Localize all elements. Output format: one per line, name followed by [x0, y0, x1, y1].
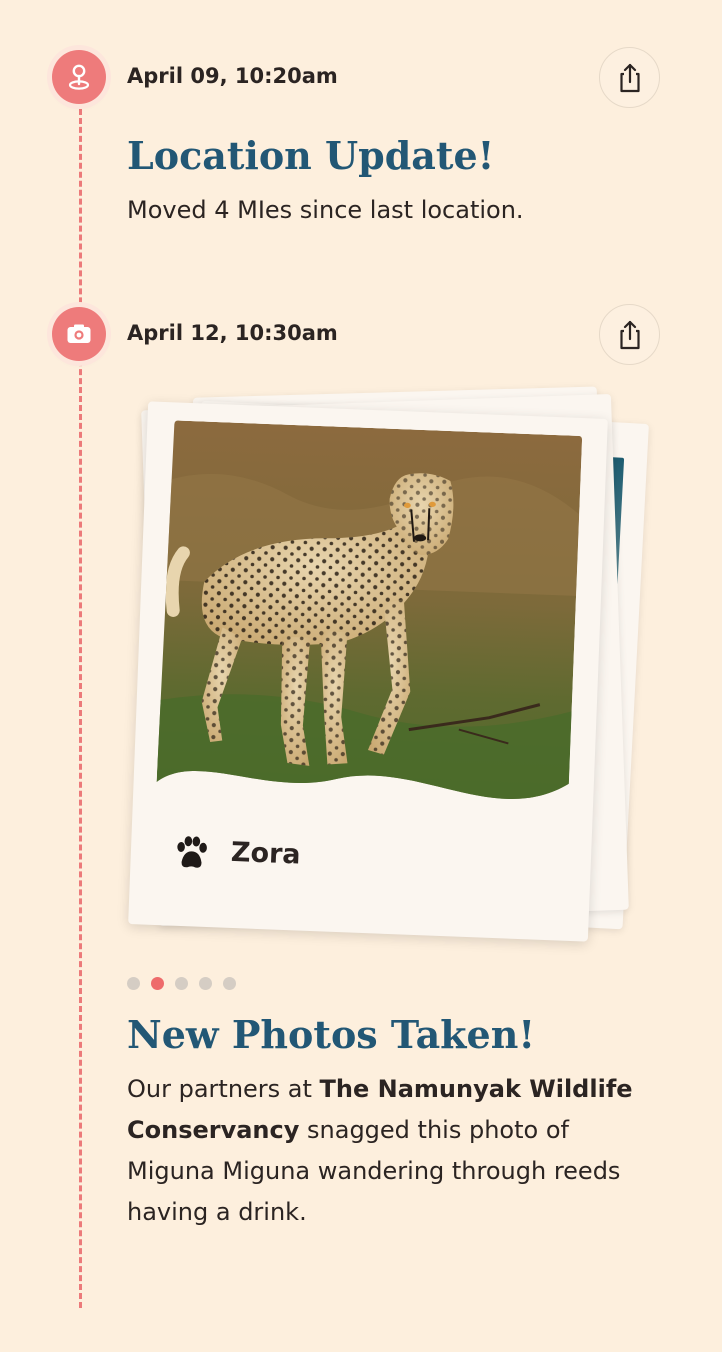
carousel-dot[interactable] — [223, 977, 236, 990]
photo-caption: Zora — [230, 836, 302, 871]
photo-stack[interactable]: Zora — [0, 0, 722, 980]
carousel-dot[interactable] — [127, 977, 140, 990]
carousel-dot[interactable] — [199, 977, 212, 990]
carousel-dots — [127, 977, 236, 990]
carousel-dot[interactable] — [151, 977, 164, 990]
paw-icon — [177, 836, 207, 868]
photo-card[interactable]: Zora — [128, 401, 608, 942]
event-title: New Photos Taken! — [127, 1012, 535, 1057]
event-description: Our partners at The Namunyak Wildlife Co… — [127, 1069, 657, 1233]
description-text: Our partners at — [127, 1075, 320, 1103]
carousel-dot[interactable] — [175, 977, 188, 990]
cheetah-photo — [156, 420, 583, 802]
